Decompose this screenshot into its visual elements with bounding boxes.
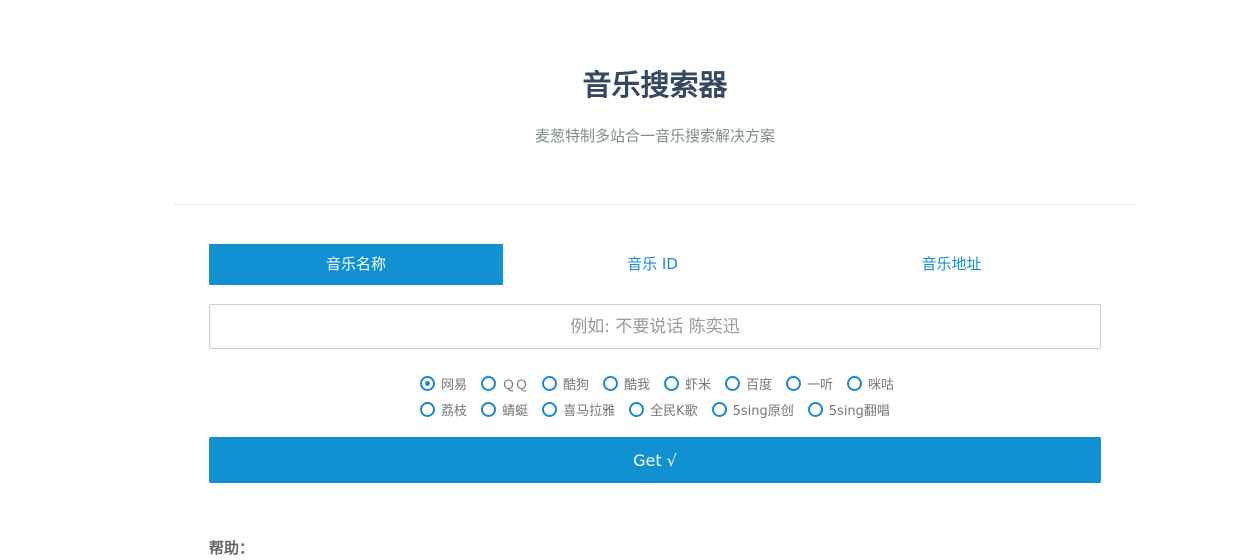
- source-label: 5sing原创: [732, 403, 794, 419]
- tab-music-name[interactable]: 音乐名称: [209, 244, 503, 285]
- page-subtitle: 麦葱特制多站合一音乐搜索解决方案: [534, 127, 775, 145]
- radio-circle-icon[interactable]: [711, 401, 727, 417]
- search-type-tabs: 音乐名称 音乐 ID 音乐地址: [209, 244, 1101, 285]
- source-radio[interactable]: 酷我: [602, 374, 650, 393]
- radio-circle-icon[interactable]: [480, 375, 496, 391]
- source-radio[interactable]: 蜻蜓: [481, 400, 529, 419]
- source-label: 一听: [807, 377, 834, 393]
- radio-circle-icon[interactable]: [602, 375, 618, 391]
- source-label: 酷我: [623, 377, 650, 393]
- source-radio[interactable]: 酷狗: [541, 374, 589, 393]
- radio-circle-icon[interactable]: [786, 375, 802, 391]
- radio-circle-icon[interactable]: [420, 401, 436, 417]
- source-label: 全民K歌: [650, 403, 698, 419]
- get-button[interactable]: Get √: [209, 437, 1101, 483]
- source-label: 5sing翻唱: [828, 403, 890, 419]
- radio-circle-icon[interactable]: [419, 375, 435, 391]
- source-radio[interactable]: 喜马拉雅: [542, 400, 616, 419]
- radio-circle-icon[interactable]: [807, 401, 823, 417]
- radio-circle-icon[interactable]: [664, 375, 679, 391]
- source-label: 网易: [440, 377, 467, 393]
- radio-circle-icon[interactable]: [847, 375, 863, 391]
- source-radio-group-1: 网易 ＱＱ 酷狗 酷我 虾米 百度 一听 咪咕: [209, 374, 1103, 393]
- source-label: 咪咕: [868, 377, 895, 393]
- source-radio[interactable]: 5sing翻唱: [807, 400, 890, 419]
- source-label: ＱＱ: [501, 377, 528, 393]
- divider: [173, 204, 1137, 205]
- source-radio[interactable]: 5sing原创: [711, 400, 794, 419]
- radio-circle-icon[interactable]: [541, 375, 557, 391]
- radio-circle-icon[interactable]: [725, 375, 741, 391]
- source-label: 酷狗: [562, 377, 589, 393]
- source-radio[interactable]: 百度: [725, 374, 773, 393]
- radio-circle-icon[interactable]: [542, 401, 558, 417]
- source-label: 蜻蜓: [502, 403, 529, 419]
- page-title: 音乐搜索器: [582, 68, 728, 102]
- tab-music-url[interactable]: 音乐地址: [802, 244, 1101, 285]
- source-label: 百度: [746, 377, 773, 393]
- radio-circle-icon[interactable]: [481, 401, 497, 417]
- source-radio[interactable]: 虾米: [664, 374, 712, 393]
- source-radio[interactable]: 全民K歌: [629, 400, 698, 419]
- radio-circle-icon[interactable]: [629, 401, 645, 417]
- source-radio[interactable]: 咪咕: [847, 374, 895, 393]
- source-radio[interactable]: 荔枝: [420, 400, 468, 419]
- tab-music-id[interactable]: 音乐 ID: [503, 244, 802, 285]
- help-heading: 帮助：: [209, 539, 255, 557]
- source-radio-group-2: 荔枝 蜻蜓 喜马拉雅 全民K歌 5sing原创 5sing翻唱: [209, 400, 1101, 419]
- source-label: 荔枝: [441, 403, 468, 419]
- source-label: 虾米: [685, 377, 712, 393]
- search-input[interactable]: [209, 304, 1101, 349]
- source-radio[interactable]: ＱＱ: [480, 374, 528, 393]
- source-label: 喜马拉雅: [563, 403, 616, 419]
- source-radio[interactable]: 网易: [419, 374, 467, 393]
- source-radio[interactable]: 一听: [786, 374, 834, 393]
